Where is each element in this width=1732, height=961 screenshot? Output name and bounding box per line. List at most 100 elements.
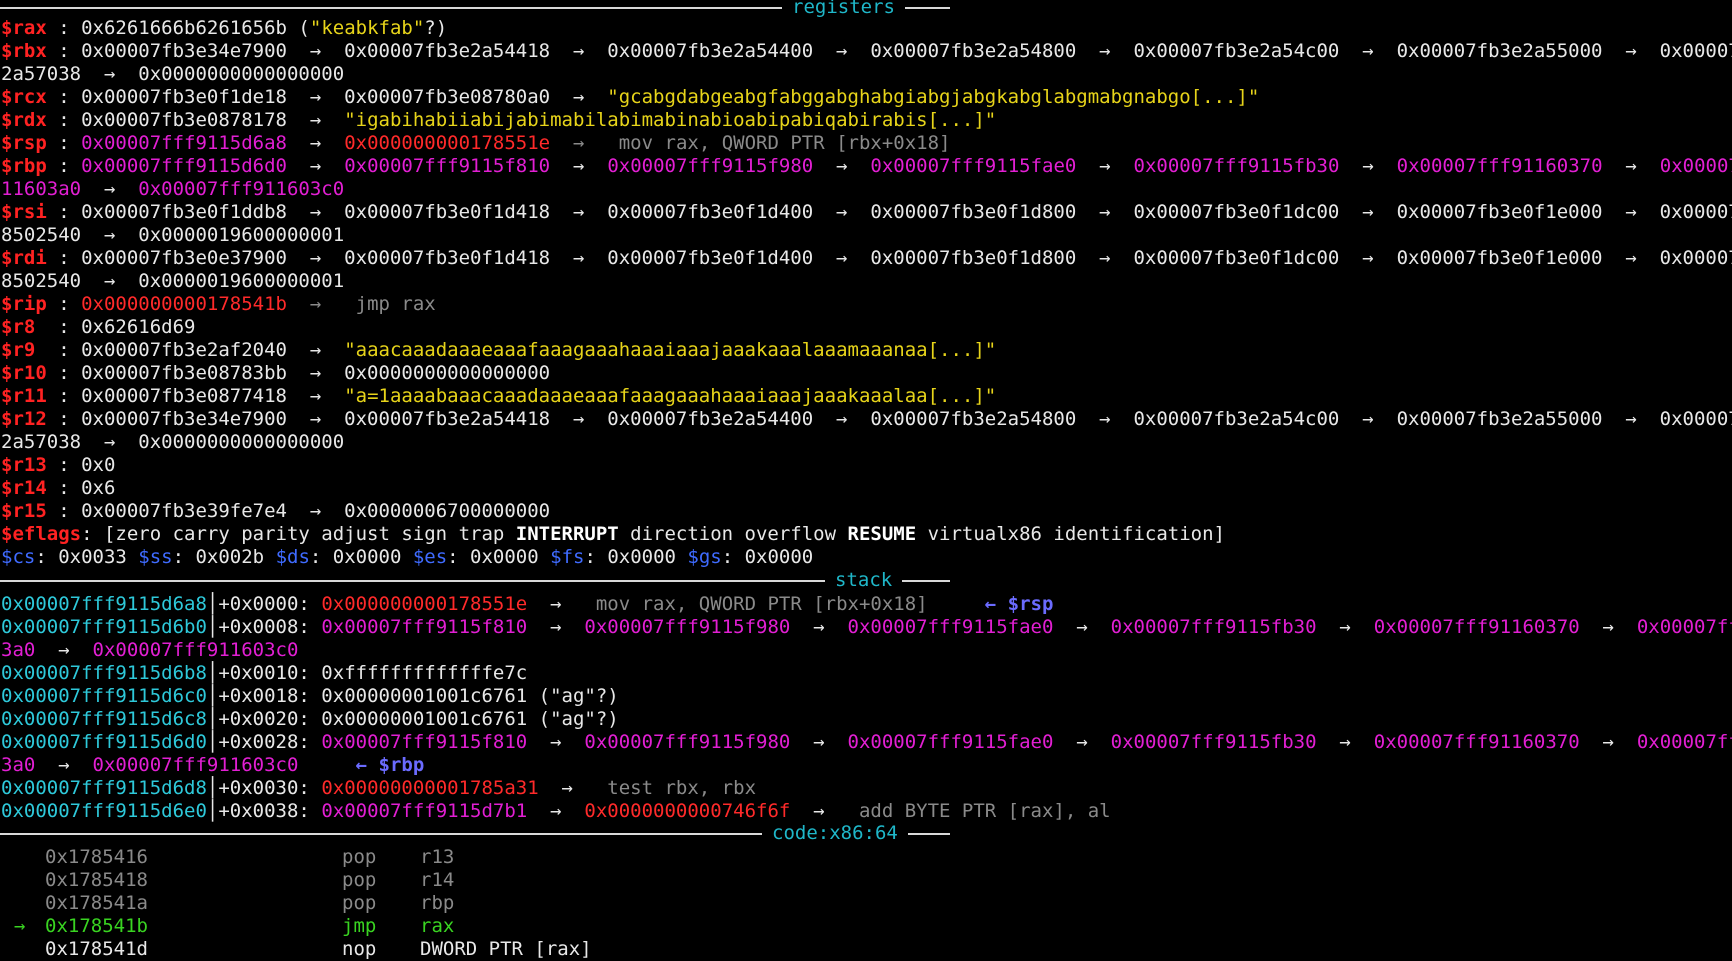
register-name: $r12 (1, 408, 47, 430)
register-value: $ds (275, 546, 310, 568)
stack-value: 0x00000000001785a31 (321, 777, 539, 799)
stack-value: ← $rbp (298, 754, 425, 776)
register-row: $eflags: [zero carry parity adjust sign … (1, 523, 1225, 546)
register-value: "a=1aaaabaaacaaadaaaeaaafaaagaaahaaaiaaa… (344, 385, 997, 407)
stack-value: → (538, 777, 608, 799)
stack-value: 0x00007fff9115d6c0 (1, 685, 207, 707)
stack-value: 0x00007fff9115fb30 (1110, 616, 1317, 638)
register-value: : (46, 155, 82, 177)
stack-value: +0x0038: (218, 800, 322, 822)
register-value: 0x00007fff9115fae0 (870, 155, 1077, 177)
current-instruction-arrow: → (14, 915, 26, 937)
code-header: code:x86:64 (762, 822, 908, 845)
instruction-address: 0x178541d (45, 938, 148, 960)
register-value: "aaacaaadaaaeaaafaaagaaahaaaiaaajaaakaaa… (344, 339, 997, 361)
register-row: $r10 : 0x00007fb3e08783bb → 0x0000000000… (1, 362, 550, 385)
stack-row: 0x00007fff9115d6c0│+0x0018: 0x0000000100… (1, 685, 619, 708)
register-name: $rdi (1, 247, 47, 269)
stack-value: ← $rsp (927, 593, 1054, 615)
register-value: 0x000000000178551e (344, 132, 551, 154)
register-value: $fs (550, 546, 585, 568)
stack-value: → (1053, 616, 1111, 638)
instruction-address: 0x1785418 (45, 869, 148, 891)
register-name: $rcx (1, 86, 47, 108)
instruction-operands: rbp (420, 892, 455, 914)
register-row: $r13 : 0x0 (1, 454, 115, 477)
stack-value: 3a0 (1, 754, 36, 776)
stack-value: → (527, 593, 596, 615)
register-value: "gcabgdabgeabgfabggabghabgiabgjabgkabgla… (607, 86, 1260, 108)
stack-value: → (1053, 731, 1111, 753)
register-row: $rax : 0x6261666b6261656b ("keabkfab"?) (1, 17, 447, 40)
stack-value: +0x0030: (218, 777, 322, 799)
stack-value: │ (206, 708, 219, 730)
instruction-operands: r13 (420, 846, 455, 868)
stack-value: → (527, 800, 585, 822)
stack-value: → (1316, 731, 1374, 753)
register-name: $rbx (1, 40, 47, 62)
register-value: 0x00007fff9115d6a8 (81, 132, 287, 154)
register-value: : 0x0000 (721, 546, 814, 568)
register-value: "keabkfab" (309, 17, 425, 39)
register-name: $rsp (1, 132, 47, 154)
stack-value: 0x00007fff9115f810 (321, 731, 528, 753)
register-value: 0x00007fff9115f810 (344, 155, 551, 177)
register-value: : (46, 132, 82, 154)
register-value: 2a57038 → 0x0000000000000000 (1, 63, 345, 85)
register-name: $eflags (1, 523, 82, 545)
instruction-mnemonic: pop (342, 846, 377, 868)
register-value: $gs (687, 546, 722, 568)
register-value: : (46, 293, 82, 315)
register-value: : 0x00007fb3e34e7900 → 0x00007fb3e2a5441… (46, 40, 1732, 62)
register-value: → (1076, 155, 1134, 177)
register-value: → jmp rax (287, 293, 436, 315)
instruction-operands: rax (420, 915, 455, 937)
register-value: → (287, 132, 345, 154)
register-value: : 0x0000 (447, 546, 551, 568)
stack-value: 0x00007fff9115d6a8 (1, 593, 207, 615)
stack-value: 0x00007fff9115fb30 (1110, 731, 1317, 753)
stack-value: → (35, 754, 93, 776)
stack-header: stack (825, 569, 903, 592)
stack-value: 0x00007fff9115fae0 (847, 616, 1054, 638)
register-row: 11603a0 → 0x00007fff911603c0 (1, 178, 344, 201)
register-value: : 0x0033 (35, 546, 139, 568)
stack-value: │ (206, 685, 219, 707)
stack-value: 3a0 (1, 639, 36, 661)
stack-row: 0x00007fff9115d6d8│+0x0030: 0x0000000000… (1, 777, 756, 800)
register-value: → mov rax, QWORD PTR [rbx+0x18] (550, 132, 951, 154)
stack-value: 0x000000000178551e (321, 593, 528, 615)
register-value: : 0x00007fb3e2af2040 → (35, 339, 345, 361)
stack-value: → (790, 616, 848, 638)
register-value: $ss (138, 546, 173, 568)
stack-row: 0x00007fff9115d6b0│+0x0008: 0x00007fff91… (1, 616, 1732, 639)
stack-value: → (527, 616, 585, 638)
register-row: $rbp : 0x00007fff9115d6d0 → 0x00007fff91… (1, 155, 1732, 178)
register-value: : 0x002b (172, 546, 276, 568)
stack-value: → (527, 731, 585, 753)
register-value: direction overflow (618, 523, 848, 545)
stack-row: 3a0 → 0x00007fff911603c0 (1, 639, 298, 662)
stack-separator (0, 580, 950, 582)
register-row: 8502540 → 0x0000019600000001 (1, 270, 344, 293)
stack-value: → (35, 639, 93, 661)
register-name: $r11 (1, 385, 47, 407)
stack-value: → (1316, 616, 1374, 638)
register-value: : 0x00007fb3e0e37900 → 0x00007fb3e0f1d41… (46, 247, 1732, 269)
stack-value: test rbx, rbx (607, 777, 757, 799)
code-row: 0x178541d nop DWORD PTR [rax] (0, 938, 800, 961)
register-value: 0x00007fff91160370 (1396, 155, 1603, 177)
stack-value: │ (206, 777, 219, 799)
register-value: : 0x6261666b6261656b ( (46, 17, 310, 39)
stack-value: 0x00007fff9115d6d0 (1, 731, 207, 753)
stack-value: 0x00007fff91160370 (1373, 616, 1580, 638)
code-row: 0x1785416 pop r13 (0, 846, 800, 869)
stack-value: 0x00007fff91160370 (1373, 731, 1580, 753)
stack-row: 0x00007fff9115d6b8│+0x0010: 0xffffffffff… (1, 662, 527, 685)
register-row: $r11 : 0x00007fb3e0877418 → "a=1aaaabaaa… (1, 385, 996, 408)
code-row: 0x1785418 pop r14 (0, 869, 800, 892)
instruction-mnemonic: pop (342, 892, 377, 914)
stack-value: mov rax, QWORD PTR [rbx+0x18] (595, 593, 928, 615)
register-value: : 0x62616d69 (35, 316, 196, 338)
stack-value: 0x00007fff9116 (1636, 616, 1732, 638)
